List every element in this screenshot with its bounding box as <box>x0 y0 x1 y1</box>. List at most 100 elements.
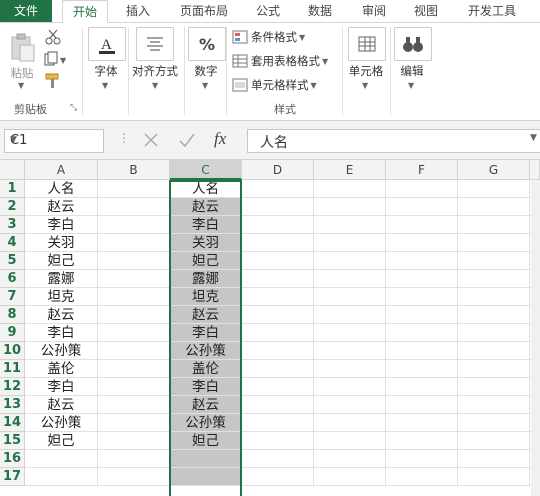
cut-icon[interactable] <box>44 29 62 48</box>
cell-c[interactable]: 赵云 <box>170 198 242 216</box>
cell-a[interactable]: 李白 <box>25 378 98 396</box>
insert-function-icon[interactable]: fx <box>214 129 226 149</box>
enter-icon[interactable] <box>176 129 198 154</box>
row-header[interactable]: 15 <box>0 432 25 450</box>
row-header[interactable]: 13 <box>0 396 25 414</box>
cell[interactable] <box>98 378 170 396</box>
cell[interactable] <box>242 324 314 342</box>
cell[interactable] <box>386 378 458 396</box>
cell[interactable] <box>242 396 314 414</box>
cell-c[interactable]: 赵云 <box>170 396 242 414</box>
conditional-format-button[interactable]: 条件格式 ▼ <box>232 28 305 46</box>
cell[interactable] <box>458 288 530 306</box>
tab-home[interactable]: 开始 <box>62 0 108 24</box>
cell[interactable] <box>314 270 386 288</box>
cell-c[interactable]: 李白 <box>170 324 242 342</box>
vertical-scrollbar[interactable] <box>531 180 540 496</box>
cell[interactable] <box>314 180 386 198</box>
cell[interactable] <box>458 252 530 270</box>
cell[interactable] <box>314 414 386 432</box>
cell[interactable] <box>458 414 530 432</box>
cell[interactable] <box>314 396 386 414</box>
cell[interactable] <box>458 270 530 288</box>
cell-a[interactable]: 妲己 <box>25 252 98 270</box>
dialog-launcher-icon[interactable]: ⤡ <box>70 103 77 113</box>
cell[interactable] <box>314 360 386 378</box>
column-header-e[interactable]: E <box>314 160 386 180</box>
cell[interactable] <box>98 288 170 306</box>
cell[interactable] <box>98 432 170 450</box>
cell[interactable] <box>386 324 458 342</box>
cell[interactable] <box>314 198 386 216</box>
row-header[interactable]: 4 <box>0 234 25 252</box>
cell[interactable] <box>386 216 458 234</box>
cell[interactable] <box>386 270 458 288</box>
tab-formulas[interactable]: 公式 <box>250 0 286 22</box>
cell-c[interactable] <box>170 468 242 486</box>
cell[interactable] <box>242 414 314 432</box>
cell[interactable] <box>314 468 386 486</box>
cell[interactable] <box>314 306 386 324</box>
row-header[interactable]: 1 <box>0 180 25 198</box>
cell[interactable] <box>98 396 170 414</box>
cell-c[interactable] <box>170 450 242 468</box>
cell[interactable] <box>458 378 530 396</box>
cells-button[interactable] <box>348 27 386 61</box>
cell[interactable] <box>314 252 386 270</box>
cell[interactable] <box>242 288 314 306</box>
cell[interactable] <box>98 234 170 252</box>
row-header[interactable]: 11 <box>0 360 25 378</box>
cell[interactable] <box>242 450 314 468</box>
chevron-down-icon[interactable]: ▼ <box>530 133 537 143</box>
cell[interactable] <box>314 234 386 252</box>
row-header[interactable]: 17 <box>0 468 25 486</box>
cell-a[interactable] <box>25 468 98 486</box>
cell-a[interactable]: 李白 <box>25 324 98 342</box>
column-header-c[interactable]: C <box>170 160 242 180</box>
cell-a[interactable]: 坦克 <box>25 288 98 306</box>
cell[interactable] <box>242 342 314 360</box>
cell[interactable] <box>458 306 530 324</box>
cell[interactable] <box>386 432 458 450</box>
cell[interactable] <box>98 180 170 198</box>
cell[interactable] <box>314 342 386 360</box>
paste-button[interactable] <box>8 33 36 66</box>
cell[interactable] <box>386 234 458 252</box>
cell[interactable] <box>386 450 458 468</box>
cell[interactable] <box>314 324 386 342</box>
cell[interactable] <box>242 468 314 486</box>
copy-icon[interactable]: ▼ <box>44 51 70 70</box>
chevron-down-icon[interactable]: ▼ <box>408 81 414 90</box>
cell[interactable] <box>242 360 314 378</box>
drag-handle-icon[interactable]: ⋮ <box>118 131 130 145</box>
row-header[interactable]: 3 <box>0 216 25 234</box>
cell[interactable] <box>242 378 314 396</box>
cell-a[interactable]: 盖伦 <box>25 360 98 378</box>
cell[interactable] <box>386 396 458 414</box>
cell[interactable] <box>242 270 314 288</box>
font-button[interactable]: A <box>88 27 126 61</box>
cell[interactable] <box>98 342 170 360</box>
cell-a[interactable]: 赵云 <box>25 306 98 324</box>
cell-a[interactable] <box>25 450 98 468</box>
cell-a[interactable]: 赵云 <box>25 198 98 216</box>
cell-a[interactable]: 露娜 <box>25 270 98 288</box>
row-header[interactable]: 14 <box>0 414 25 432</box>
column-header-d[interactable]: D <box>242 160 314 180</box>
chevron-down-icon[interactable]: ▼ <box>362 81 368 90</box>
chevron-down-icon[interactable]: ▼ <box>102 81 108 90</box>
cell[interactable] <box>98 468 170 486</box>
cell-c[interactable]: 赵云 <box>170 306 242 324</box>
cell[interactable] <box>242 234 314 252</box>
cell[interactable] <box>314 378 386 396</box>
cell-a[interactable]: 妲己 <box>25 432 98 450</box>
column-header-g[interactable]: G <box>458 160 530 180</box>
column-header-b[interactable]: B <box>98 160 170 180</box>
cell[interactable] <box>242 306 314 324</box>
cell-c[interactable]: 盖伦 <box>170 360 242 378</box>
cell-styles-button[interactable]: 单元格样式 ▼ <box>232 76 317 94</box>
row-header[interactable]: 8 <box>0 306 25 324</box>
cancel-icon[interactable] <box>140 129 162 154</box>
tab-developer[interactable]: 开发工具 <box>460 0 524 22</box>
cell[interactable] <box>458 198 530 216</box>
